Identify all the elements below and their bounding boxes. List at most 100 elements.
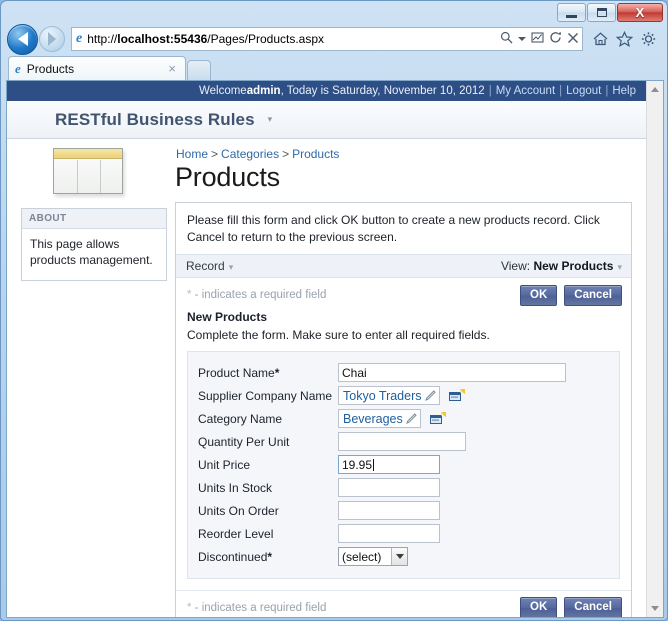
input-quantity-per-unit[interactable] [338,432,466,452]
logout-link[interactable]: Logout [566,85,601,97]
required-note-text-top: - indicates a required field [191,289,327,302]
url-host: localhost:55436 [117,32,208,46]
settings-gear-icon[interactable] [640,31,657,47]
view-selector[interactable]: View: New Products ▾ [501,259,622,273]
help-link[interactable]: Help [612,85,636,97]
ok-button-bottom[interactable]: OK [520,597,558,617]
people-logo-icon [21,110,44,130]
view-selector-value: New Products [533,258,614,273]
open-lookup-window-icon[interactable] [429,412,446,425]
welcome-date: , Today is Saturday, November 10, 2012 [280,85,485,97]
label-text-discontinued: Discontinued [198,549,268,564]
page-content: ABOUT This page allows products manageme… [7,139,646,617]
lookup-field-supplier[interactable]: Tokyo Traders [338,386,440,406]
lookup-cell-category: Beverages [338,409,609,429]
record-toolbar: Record ▾ View: New Products ▾ [176,253,631,278]
label-discontinued: Discontinued* [198,545,338,568]
back-button[interactable] [7,23,38,55]
field-row-units-on-order: Units On Order [198,499,609,522]
page-scrollbar[interactable] [646,81,663,617]
brand-menu-caret-icon[interactable]: ▾ [268,114,273,125]
close-icon: X [635,5,645,20]
browser-toolbar-icons [583,31,661,47]
logo-person-green [29,110,36,130]
application-header: RESTful Business Rules ▾ [7,101,646,139]
input-value-product-name: Chai [342,365,367,380]
application-title: RESTful Business Rules [55,109,255,129]
view-selector-label: View: [500,258,531,273]
input-units-in-stock[interactable] [338,478,440,498]
minimize-button[interactable] [557,3,586,22]
breadcrumb-separator-1: > [211,147,219,161]
label-unit-price: Unit Price [198,457,251,472]
page-title: Products [175,162,280,192]
label-reorder-level: Reorder Level [198,526,274,541]
pencil-edit-icon[interactable] [424,389,437,402]
page-viewport: Welcome admin, Today is Saturday, Novemb… [6,80,664,618]
input-reorder-level[interactable] [338,524,440,544]
form-section-subtitle: Complete the form. Make sure to enter al… [187,328,490,343]
new-tab-button[interactable] [187,60,211,80]
main-column: Home > Categories > Products Products Please… [167,139,646,617]
url-scheme: http:// [87,32,118,46]
breadcrumb-home[interactable]: Home [176,147,208,161]
input-units-on-order[interactable] [338,501,440,521]
lookup-cell-supplier: Tokyo Traders [338,386,609,406]
welcome-separator-3: | [605,85,609,97]
input-unit-price[interactable]: 19.95 [338,455,440,475]
home-icon[interactable] [592,31,609,47]
input-value-unit-price: 19.95 [342,457,373,472]
pencil-edit-icon[interactable] [405,412,418,425]
chevron-down-icon[interactable] [518,32,526,46]
compatibility-view-icon[interactable] [531,31,544,47]
label-units-on-order: Units On Order [198,503,279,518]
cancel-button-top[interactable]: Cancel [564,284,622,307]
bottom-action-row: * - indicates a required field OK Cancel [176,590,631,617]
ok-button-top[interactable]: OK [520,284,558,307]
forward-button[interactable] [39,26,65,52]
sidebar: ABOUT This page allows products manageme… [7,139,167,617]
logo-person-blue [21,114,28,130]
minimize-icon [566,14,577,18]
web-page: Welcome admin, Today is Saturday, Novemb… [7,81,646,617]
search-icon[interactable] [500,31,513,47]
tab-close-icon[interactable]: × [164,61,180,76]
breadcrumb-categories[interactable]: Categories [221,147,279,161]
close-button[interactable]: X [617,3,663,22]
field-row-product-name: Product Name* Chai [198,361,609,384]
maximize-button[interactable] [587,3,616,22]
scrollbar-track[interactable] [646,98,663,600]
scroll-down-button[interactable] [647,600,664,617]
view-selector-caret-icon: ▾ [617,261,622,272]
welcome-prefix: Welcome [198,85,247,97]
cancel-button-bottom[interactable]: Cancel [564,597,622,617]
refresh-icon[interactable] [549,31,562,47]
select-dropdown-arrow-icon[interactable] [391,548,407,566]
lookup-value-category: Beverages [343,411,403,426]
my-account-link[interactable]: My Account [496,85,555,97]
field-row-reorder-level: Reorder Level [198,522,609,545]
required-star-discontinued: * [267,549,273,564]
lookup-field-category[interactable]: Beverages [338,409,421,429]
record-menu[interactable]: Record ▾ [186,259,233,273]
scroll-up-button[interactable] [647,81,664,98]
about-panel-heading: ABOUT [22,209,166,229]
scroll-down-arrow-icon [651,606,659,611]
form-section-title: New Products [187,310,268,325]
favorites-star-icon[interactable] [616,31,633,47]
input-product-name[interactable]: Chai [338,363,566,383]
breadcrumb-products: Products [292,147,340,161]
about-panel: ABOUT This page allows products manageme… [21,208,167,282]
form-fields-box: Product Name* Chai Supplier Company Name [187,351,620,580]
select-discontinued[interactable]: (select) [338,547,408,567]
text-cursor [373,458,375,471]
open-lookup-window-icon[interactable] [448,389,465,402]
address-bar[interactable]: e http://localhost:55436/Pages/Products.… [71,27,583,51]
tab-products[interactable]: e Products × [8,56,186,80]
record-menu-label: Record [186,258,225,273]
tab-title: Products [26,61,75,76]
address-bar-icons [496,31,579,47]
required-star-product-name: * [274,365,280,380]
stop-icon[interactable] [567,32,579,47]
back-arrow-icon [17,32,28,46]
